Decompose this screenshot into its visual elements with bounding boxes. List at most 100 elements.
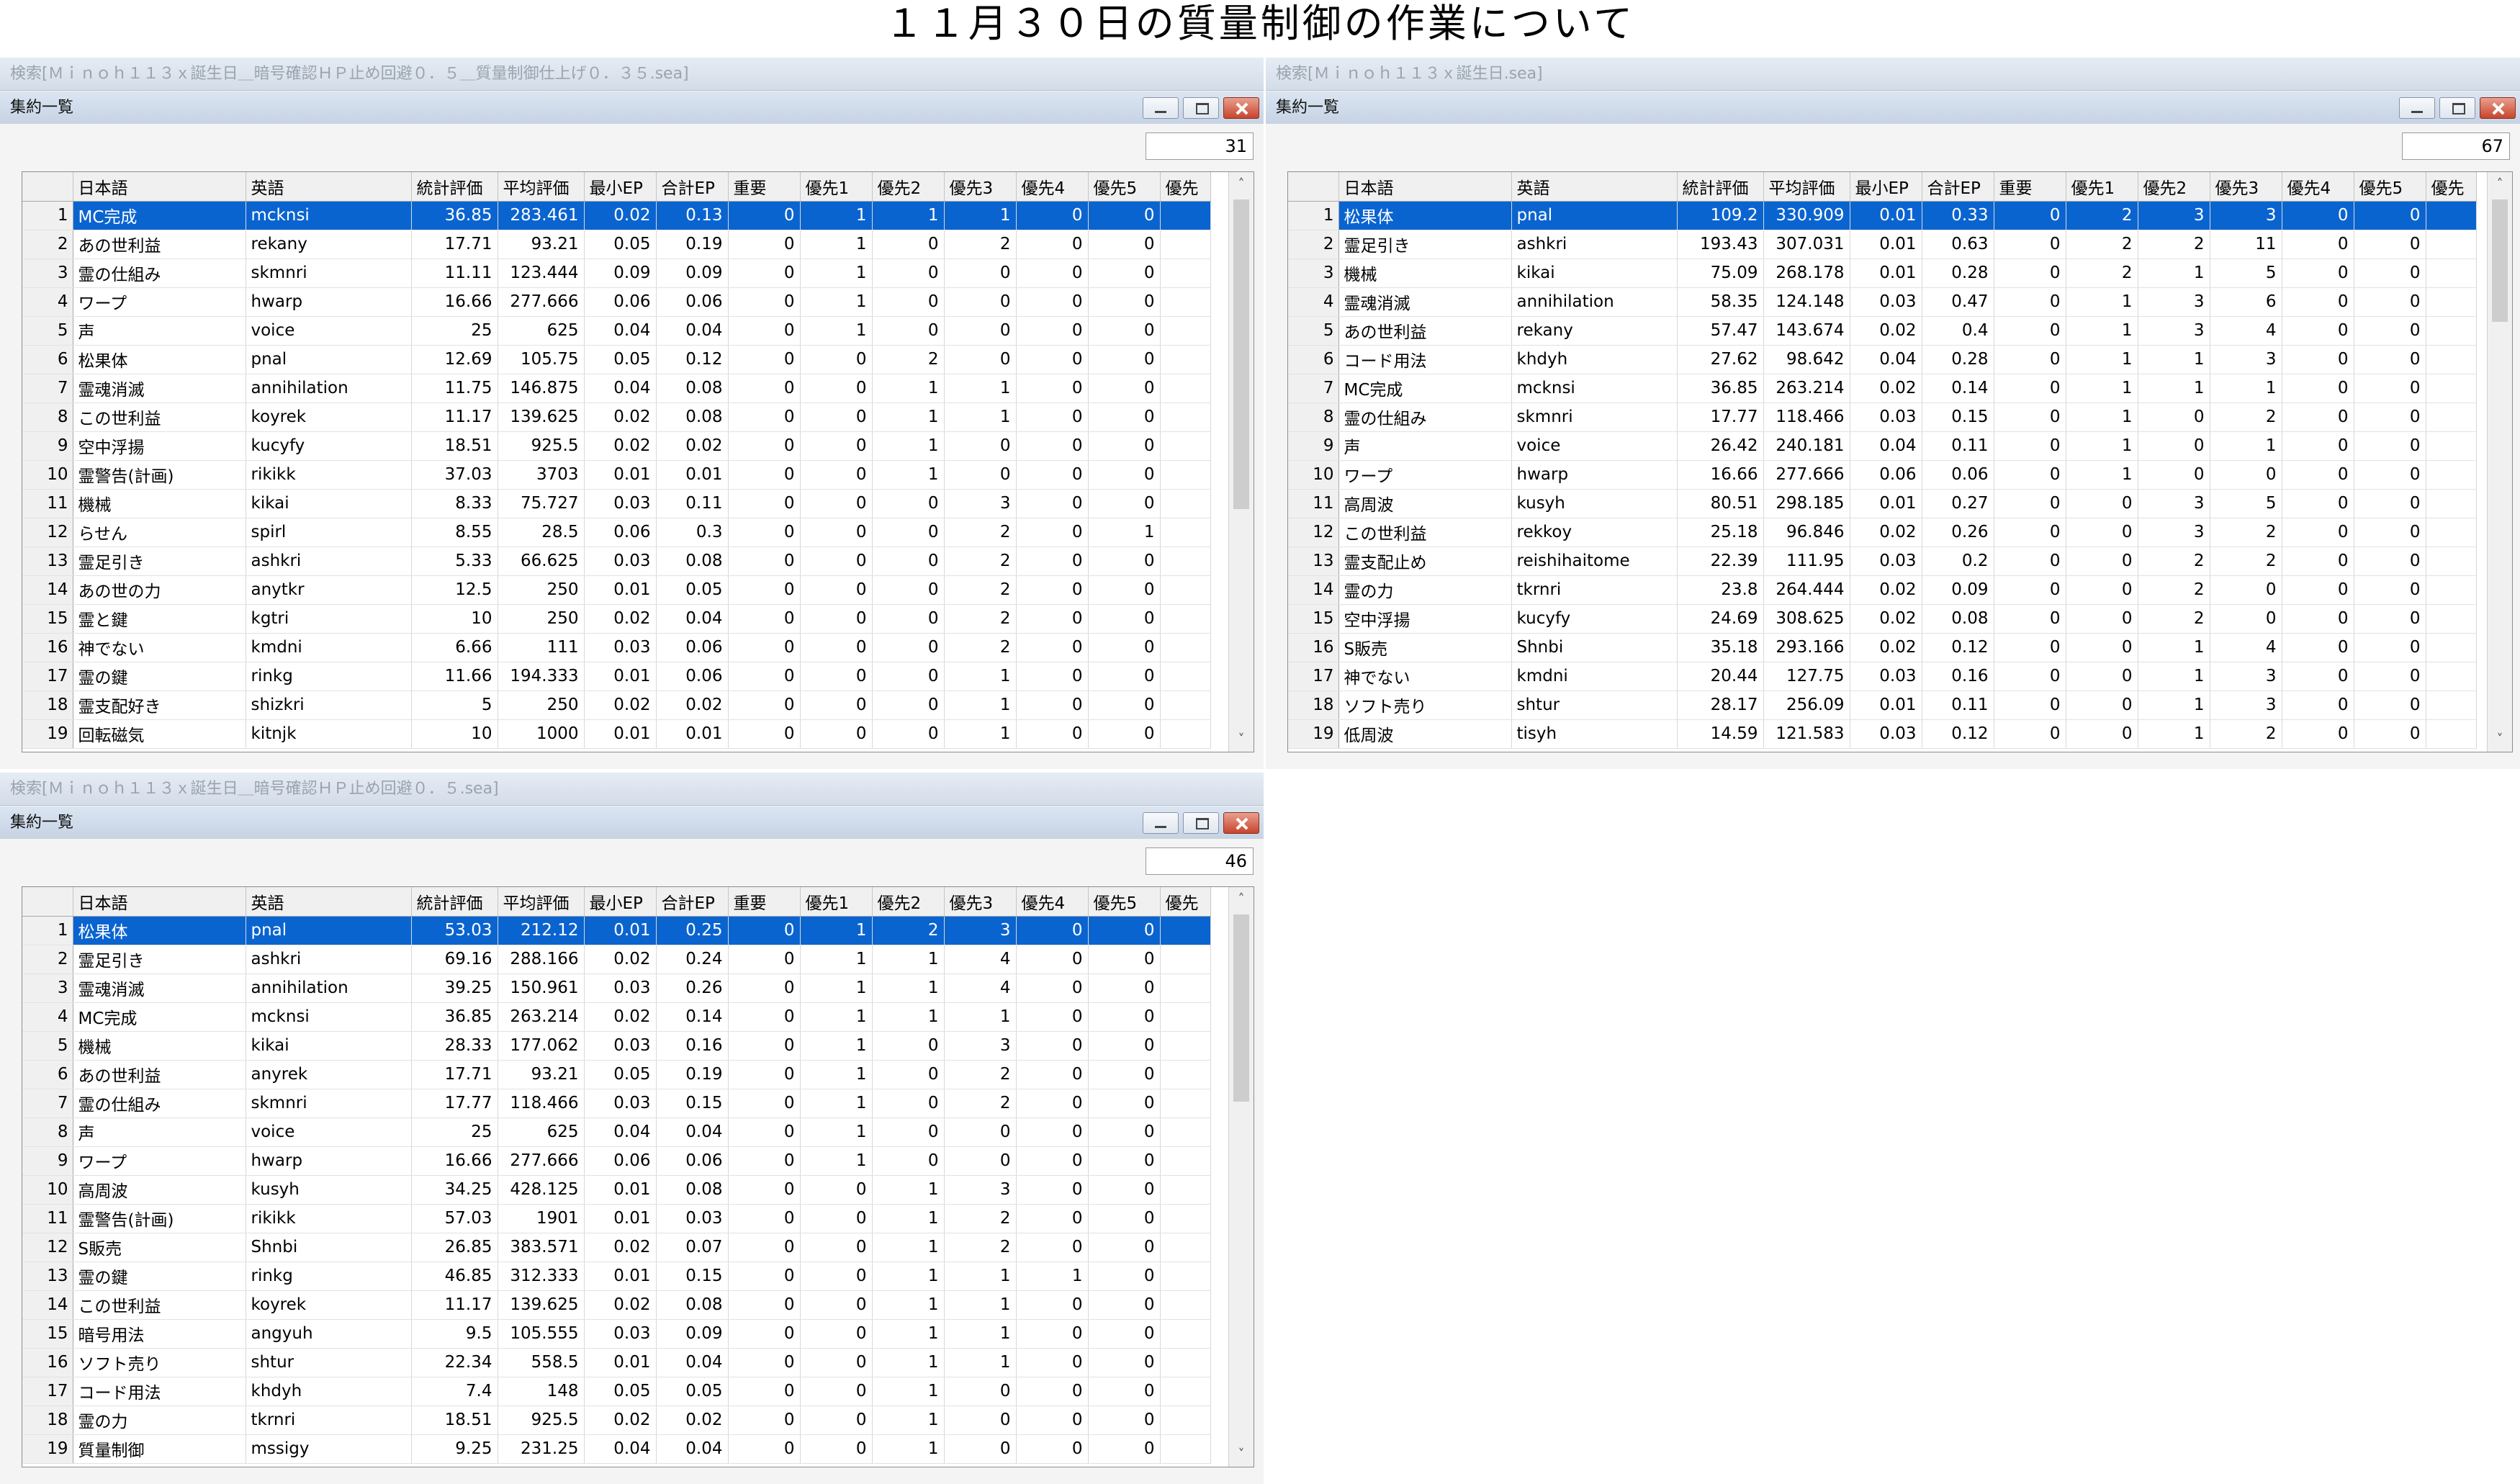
table-cell[interactable]: 2 [2066,230,2138,259]
table-cell[interactable]: 0.09 [1922,575,1994,605]
table-cell[interactable]: 118.466 [1763,403,1850,432]
window-title-bar[interactable]: 集約一覧 [0,806,1264,839]
table-cell[interactable]: 118.466 [498,1089,585,1118]
row-number[interactable]: 12 [22,518,73,547]
table-cell[interactable]: 0 [2066,547,2138,576]
table-cell[interactable]: 139.625 [498,403,585,432]
table-cell[interactable]: 4 [944,973,1017,1003]
table-cell[interactable]: 4 [2210,316,2282,346]
table-cell[interactable]: Shnbi [1511,633,1678,662]
table-cell[interactable]: MC完成 [73,201,246,230]
table-cell[interactable]: annihilation [1511,287,1678,317]
table-cell[interactable]: 11.75 [411,374,498,403]
table-cell[interactable]: 0.01 [1850,230,1922,259]
table-cell[interactable]: 5 [2210,258,2282,288]
table-cell[interactable]: MC完成 [1338,374,1512,403]
table-cell[interactable]: 0 [728,1406,801,1435]
table-cell[interactable]: 0.03 [584,547,657,576]
table-cell[interactable]: 428.125 [498,1175,585,1205]
table-cell[interactable]: 0.19 [656,230,729,259]
table-cell[interactable]: 1 [2066,431,2138,461]
table-cell[interactable]: 10 [411,604,498,634]
table-cell[interactable]: 0 [800,1319,873,1349]
table-cell[interactable]: 26.42 [1677,431,1764,461]
table-cell[interactable]: 松果体 [73,916,246,945]
table-cell[interactable]: 0 [1016,1002,1089,1032]
table-cell[interactable]: 0.03 [1850,719,1922,749]
table-cell[interactable]: 0 [728,1146,801,1176]
table-cell[interactable]: 0 [728,633,801,662]
table-cell[interactable]: ashkri [246,945,412,974]
table-cell[interactable]: 0 [1088,691,1161,720]
table-cell[interactable]: 松果体 [1338,201,1512,230]
column-header[interactable]: 平均評価 [498,887,585,917]
table-cell[interactable]: 0.47 [1922,287,1994,317]
table-cell[interactable]: Shnbi [246,1233,412,1262]
row-number[interactable]: 9 [22,431,73,461]
table-cell[interactable]: 250 [498,575,585,605]
table-cell[interactable]: 0 [1016,1204,1089,1233]
table-row[interactable]: 13 霊足引き ashkri 5.33 66.625 0.03 0.08 0 0 0 2 0 0 [22,547,1211,576]
table-cell[interactable]: らせん [73,518,246,547]
table-cell[interactable]: 0.14 [1922,374,1994,403]
table-cell[interactable]: 39.25 [411,973,498,1003]
table-cell[interactable]: 0.14 [656,1002,729,1032]
table-cell[interactable]: 0 [1088,1434,1161,1464]
table-cell[interactable]: 17.77 [411,1089,498,1118]
table-cell[interactable]: 霊の鍵 [73,1262,246,1291]
table-cell[interactable]: 0 [1088,431,1161,461]
column-header[interactable]: 優先 [1160,887,1211,917]
table-cell[interactable]: 0 [728,258,801,288]
table-cell[interactable]: 0.06 [1850,460,1922,490]
table-cell[interactable]: shizkri [246,691,412,720]
table-cell[interactable]: 0 [1016,345,1089,374]
table-cell[interactable]: 1 [2138,691,2210,720]
table-cell[interactable]: 0 [1088,374,1161,403]
table-cell[interactable]: 193.43 [1677,230,1764,259]
table-cell[interactable]: 0.08 [656,1175,729,1205]
table-cell[interactable]: 0.12 [1922,719,1994,749]
column-header[interactable]: 優先3 [944,172,1017,202]
table-cell[interactable]: 383.571 [498,1233,585,1262]
column-header[interactable]: 平均評価 [498,172,585,202]
table-cell[interactable]: 機械 [73,489,246,518]
table-cell[interactable]: 925.5 [498,1406,585,1435]
scroll-down-icon[interactable]: ˅ [2488,727,2512,752]
table-cell[interactable]: 0 [1016,316,1089,346]
table-cell[interactable]: あの世利益 [1338,316,1512,346]
table-cell[interactable]: 0 [1994,633,2066,662]
table-cell[interactable]: 4 [2210,633,2282,662]
summary-grid[interactable]: 日本語 英語 統計評価 平均評価 最小EP 合計EP 重要 優先1 優先2 優先3 優先4 優先5 優先… [22,886,1254,1467]
table-cell[interactable]: 霊足引き [1338,230,1512,259]
scroll-up-icon[interactable]: ˄ [1229,172,1254,197]
column-header[interactable]: 優先3 [944,887,1017,917]
table-cell[interactable]: mcknsi [246,201,412,230]
table-row[interactable]: 16 神でない kmdni 6.66 111 0.03 0.06 0 0 0 2 0 0 [22,633,1211,662]
table-row[interactable]: 3 霊魂消滅 annihilation 39.25 150.961 0.03 0.26 0 1 1… [22,973,1211,1003]
table-row[interactable]: 14 あの世の力 anytkr 12.5 250 0.01 0.05 0 0 0 2 0 0 [22,575,1211,605]
table-cell[interactable]: 1 [872,1233,945,1262]
table-cell[interactable]: 27.62 [1677,345,1764,374]
table-cell[interactable]: 0.03 [656,1204,729,1233]
column-header[interactable]: 統計評価 [411,172,498,202]
table-cell[interactable]: 212.12 [498,916,585,945]
table-cell[interactable]: 2 [2210,403,2282,432]
table-cell[interactable]: 0 [872,518,945,547]
table-row[interactable]: 10 霊警告(計画) rikikk 37.03 3703 0.01 0.01 0 0 1 0 0 0 [22,460,1211,490]
table-cell[interactable]: 0 [872,1060,945,1089]
table-cell[interactable]: 3 [2210,691,2282,720]
table-cell[interactable]: S販売 [73,1233,246,1262]
table-cell[interactable]: 17.77 [1677,403,1764,432]
table-cell[interactable]: kikai [1511,258,1678,288]
table-cell[interactable]: 1 [800,1089,873,1118]
table-cell[interactable]: shtur [1511,691,1678,720]
table-cell[interactable]: 1 [800,1146,873,1176]
table-cell[interactable]: 1 [944,1002,1017,1032]
table-cell[interactable]: 霊足引き [73,945,246,974]
table-cell[interactable]: 0 [1016,1348,1089,1377]
table-cell[interactable]: 0 [800,719,873,749]
table-cell[interactable]: 0 [800,374,873,403]
table-cell[interactable]: 6 [2210,287,2282,317]
table-cell[interactable]: 0.01 [584,719,657,749]
table-cell[interactable]: 0 [728,460,801,490]
